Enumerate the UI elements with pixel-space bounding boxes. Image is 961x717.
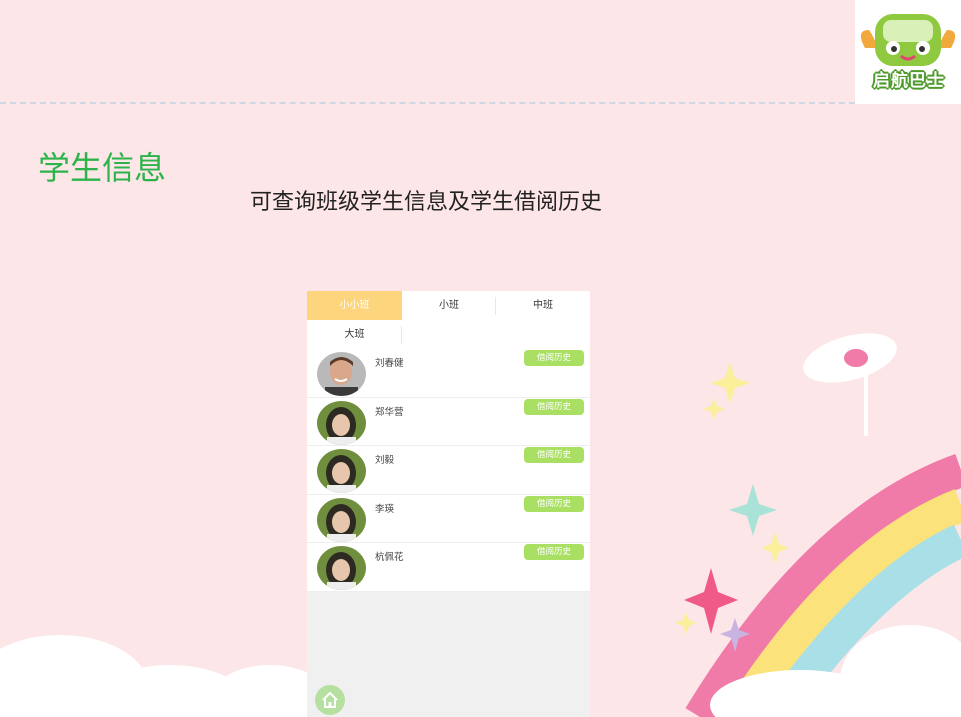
student-row[interactable]: 郑华营 借阅历史 [307,397,590,446]
tab-separator [401,326,402,344]
slide-subtitle: 可查询班级学生信息及学生借阅历史 [250,190,603,215]
avatar [317,497,366,542]
student-name: 李瑛 [375,503,395,515]
girl-portrait-icon [317,400,366,445]
brand-logo: 启航巴士 [855,0,961,104]
avatar [317,546,366,590]
borrow-history-button[interactable]: 借阅历史 [524,398,584,415]
student-name: 刘春健 [375,358,404,369]
male-portrait-icon [317,352,366,396]
home-button[interactable] [315,685,345,715]
tab-daban[interactable]: 大班 [307,320,402,349]
borrow-history-button[interactable]: 借阅历史 [524,447,584,463]
borrow-history-button[interactable]: 借阅历史 [524,495,584,512]
tab-xiaoxiaoban[interactable]: 小小班 [307,291,402,320]
girl-portrait-icon [317,497,366,542]
avatar [317,449,366,493]
student-row[interactable]: 刘毅 借阅历史 [307,446,590,495]
phone-mockup: 小小班 小班 中班 大班 刘春健 借阅历史 郑华营 借阅历史 刘毅 借阅历史 李… [307,291,590,717]
tab-xiaoban[interactable]: 小班 [402,291,496,320]
girl-portrait-icon [317,546,366,590]
avatar [317,400,366,445]
class-tabs: 小小班 小班 中班 大班 [307,291,590,349]
girl-portrait-icon [317,449,366,493]
borrow-history-button[interactable]: 借阅历史 [524,544,584,560]
home-icon [322,691,338,708]
student-row[interactable]: 李瑛 借阅历史 [307,494,590,543]
slide-title: 学生信息 [38,149,167,187]
student-name: 郑华营 [375,406,404,418]
tab-zhongban[interactable]: 中班 [496,291,590,320]
student-list: 刘春健 借阅历史 郑华营 借阅历史 刘毅 借阅历史 李瑛 借阅历史 杭佩花 借阅… [307,349,590,592]
borrow-history-button[interactable]: 借阅历史 [524,350,584,366]
logo-text: 启航巴士 [873,71,945,91]
header-divider [0,102,855,104]
student-row[interactable]: 杭佩花 借阅历史 [307,543,590,592]
student-row[interactable]: 刘春健 借阅历史 [307,349,590,398]
student-name: 杭佩花 [375,552,404,563]
lollipop [803,333,897,436]
avatar [317,352,366,396]
student-name: 刘毅 [375,455,395,466]
